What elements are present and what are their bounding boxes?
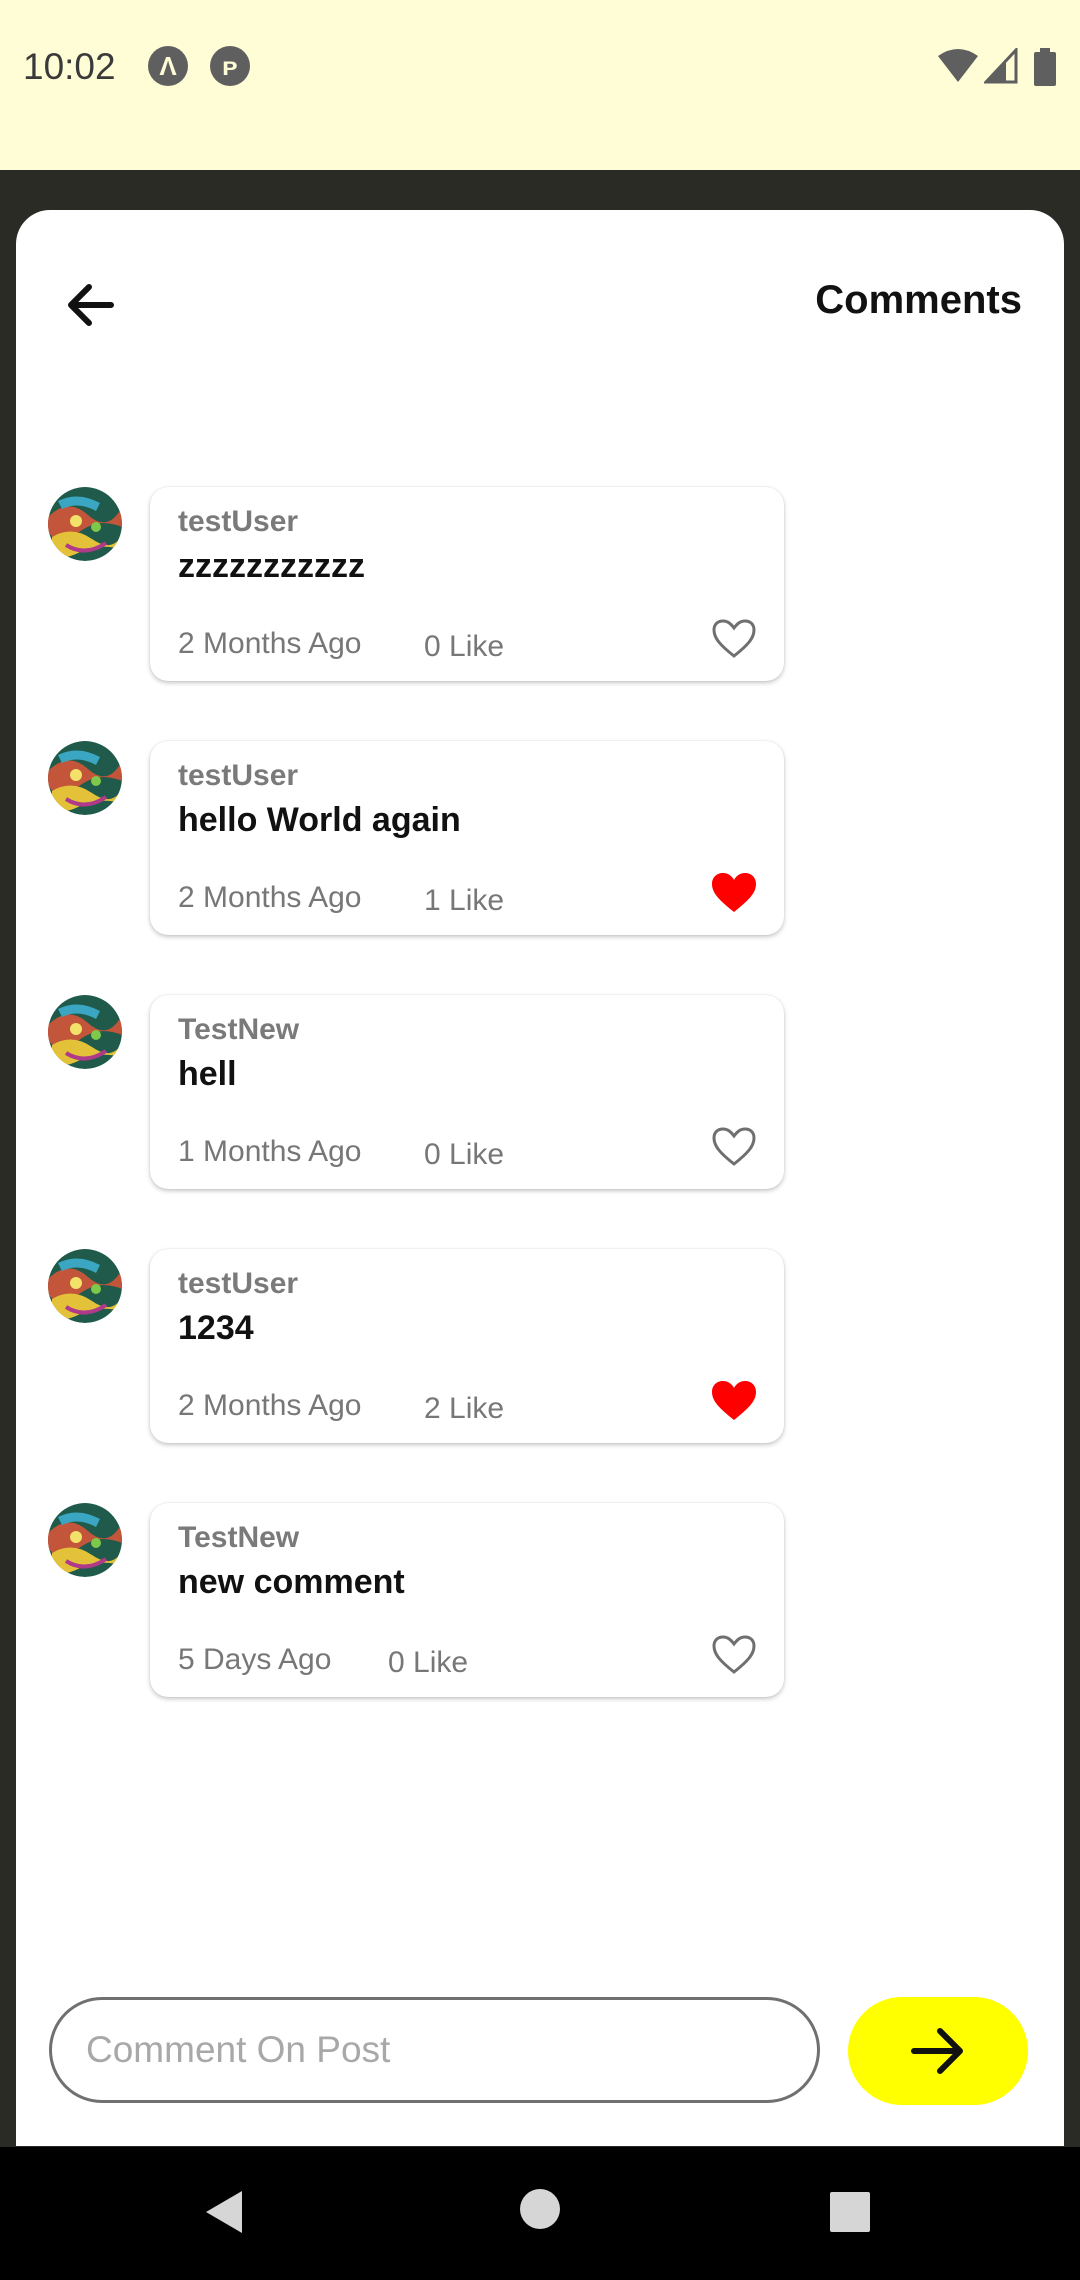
comment-text: hello World again bbox=[178, 801, 461, 839]
comment-text: zzzzzzzzzzz bbox=[178, 547, 365, 585]
comment-time: 5 Days Ago bbox=[178, 1643, 332, 1676]
comment-item: TestNew hell 1 Months Ago 0 Like bbox=[48, 995, 788, 1191]
comment-username: TestNew bbox=[178, 1013, 300, 1046]
system-nav-bar bbox=[0, 2147, 1080, 2280]
comment-input[interactable] bbox=[49, 1997, 820, 2103]
comment-like-count: 0 Like bbox=[388, 1646, 469, 1679]
a-circle-icon: Λ bbox=[148, 46, 188, 86]
heart-outline-icon bbox=[712, 619, 756, 658]
page-title: Comments bbox=[815, 278, 1022, 322]
comment-card: testUser zzzzzzzzzzz 2 Months Ago 0 Like bbox=[150, 487, 784, 681]
status-bar: 10:02 Λ ᴘ bbox=[0, 0, 1080, 170]
back-button[interactable] bbox=[46, 270, 134, 340]
avatar[interactable] bbox=[48, 741, 122, 815]
comment-username: testUser bbox=[178, 1267, 299, 1300]
avatar[interactable] bbox=[48, 995, 122, 1069]
like-button[interactable] bbox=[706, 1627, 762, 1683]
comment-card: TestNew hell 1 Months Ago 0 Like bbox=[150, 995, 784, 1189]
comment-text: hell bbox=[178, 1055, 237, 1093]
heart-outline-icon bbox=[712, 1635, 756, 1674]
recents-square-icon[interactable] bbox=[828, 2190, 872, 2234]
avatar[interactable] bbox=[48, 1503, 122, 1577]
comment-item: TestNew new comment 5 Days Ago 0 Like bbox=[48, 1503, 788, 1699]
comment-time: 2 Months Ago bbox=[178, 1389, 362, 1422]
like-button[interactable] bbox=[706, 1119, 762, 1175]
like-button[interactable] bbox=[706, 611, 762, 667]
avatar[interactable] bbox=[48, 487, 122, 561]
comment-item: testUser zzzzzzzzzzz 2 Months Ago 0 Like bbox=[48, 487, 788, 683]
comment-time: 2 Months Ago bbox=[178, 881, 362, 914]
arrow-right-icon bbox=[911, 2028, 963, 2074]
comment-item: testUser hello World again 2 Months Ago … bbox=[48, 741, 788, 937]
comment-like-count: 2 Like bbox=[424, 1392, 505, 1425]
comment-username: TestNew bbox=[178, 1521, 300, 1554]
send-button[interactable] bbox=[848, 1997, 1028, 2105]
comment-username: testUser bbox=[178, 505, 299, 538]
p-circle-icon: ᴘ bbox=[210, 46, 250, 86]
back-triangle-icon[interactable] bbox=[204, 2189, 244, 2235]
comment-card: testUser hello World again 2 Months Ago … bbox=[150, 741, 784, 935]
heart-filled-icon bbox=[712, 1381, 756, 1420]
comment-like-count: 0 Like bbox=[424, 1138, 505, 1171]
wifi-icon bbox=[938, 49, 978, 82]
signal-icon bbox=[984, 48, 1018, 84]
avatar[interactable] bbox=[48, 1249, 122, 1323]
home-circle-icon[interactable] bbox=[518, 2187, 562, 2231]
comment-like-count: 0 Like bbox=[424, 630, 505, 663]
comment-time: 1 Months Ago bbox=[178, 1135, 362, 1168]
comment-text: 1234 bbox=[178, 1309, 254, 1347]
like-button[interactable] bbox=[706, 1373, 762, 1429]
comment-item: testUser 1234 2 Months Ago 2 Like bbox=[48, 1249, 788, 1445]
comment-card: testUser 1234 2 Months Ago 2 Like bbox=[150, 1249, 784, 1443]
heart-outline-icon bbox=[712, 1127, 756, 1166]
comment-text: new comment bbox=[178, 1563, 405, 1601]
battery-icon bbox=[1034, 48, 1056, 86]
status-time: 10:02 bbox=[23, 46, 116, 87]
comment-time: 2 Months Ago bbox=[178, 627, 362, 660]
heart-filled-icon bbox=[712, 873, 756, 912]
like-button[interactable] bbox=[706, 865, 762, 921]
comment-username: testUser bbox=[178, 759, 299, 792]
comment-like-count: 1 Like bbox=[424, 884, 505, 917]
comment-card: TestNew new comment 5 Days Ago 0 Like bbox=[150, 1503, 784, 1697]
arrow-left-icon bbox=[68, 284, 114, 326]
